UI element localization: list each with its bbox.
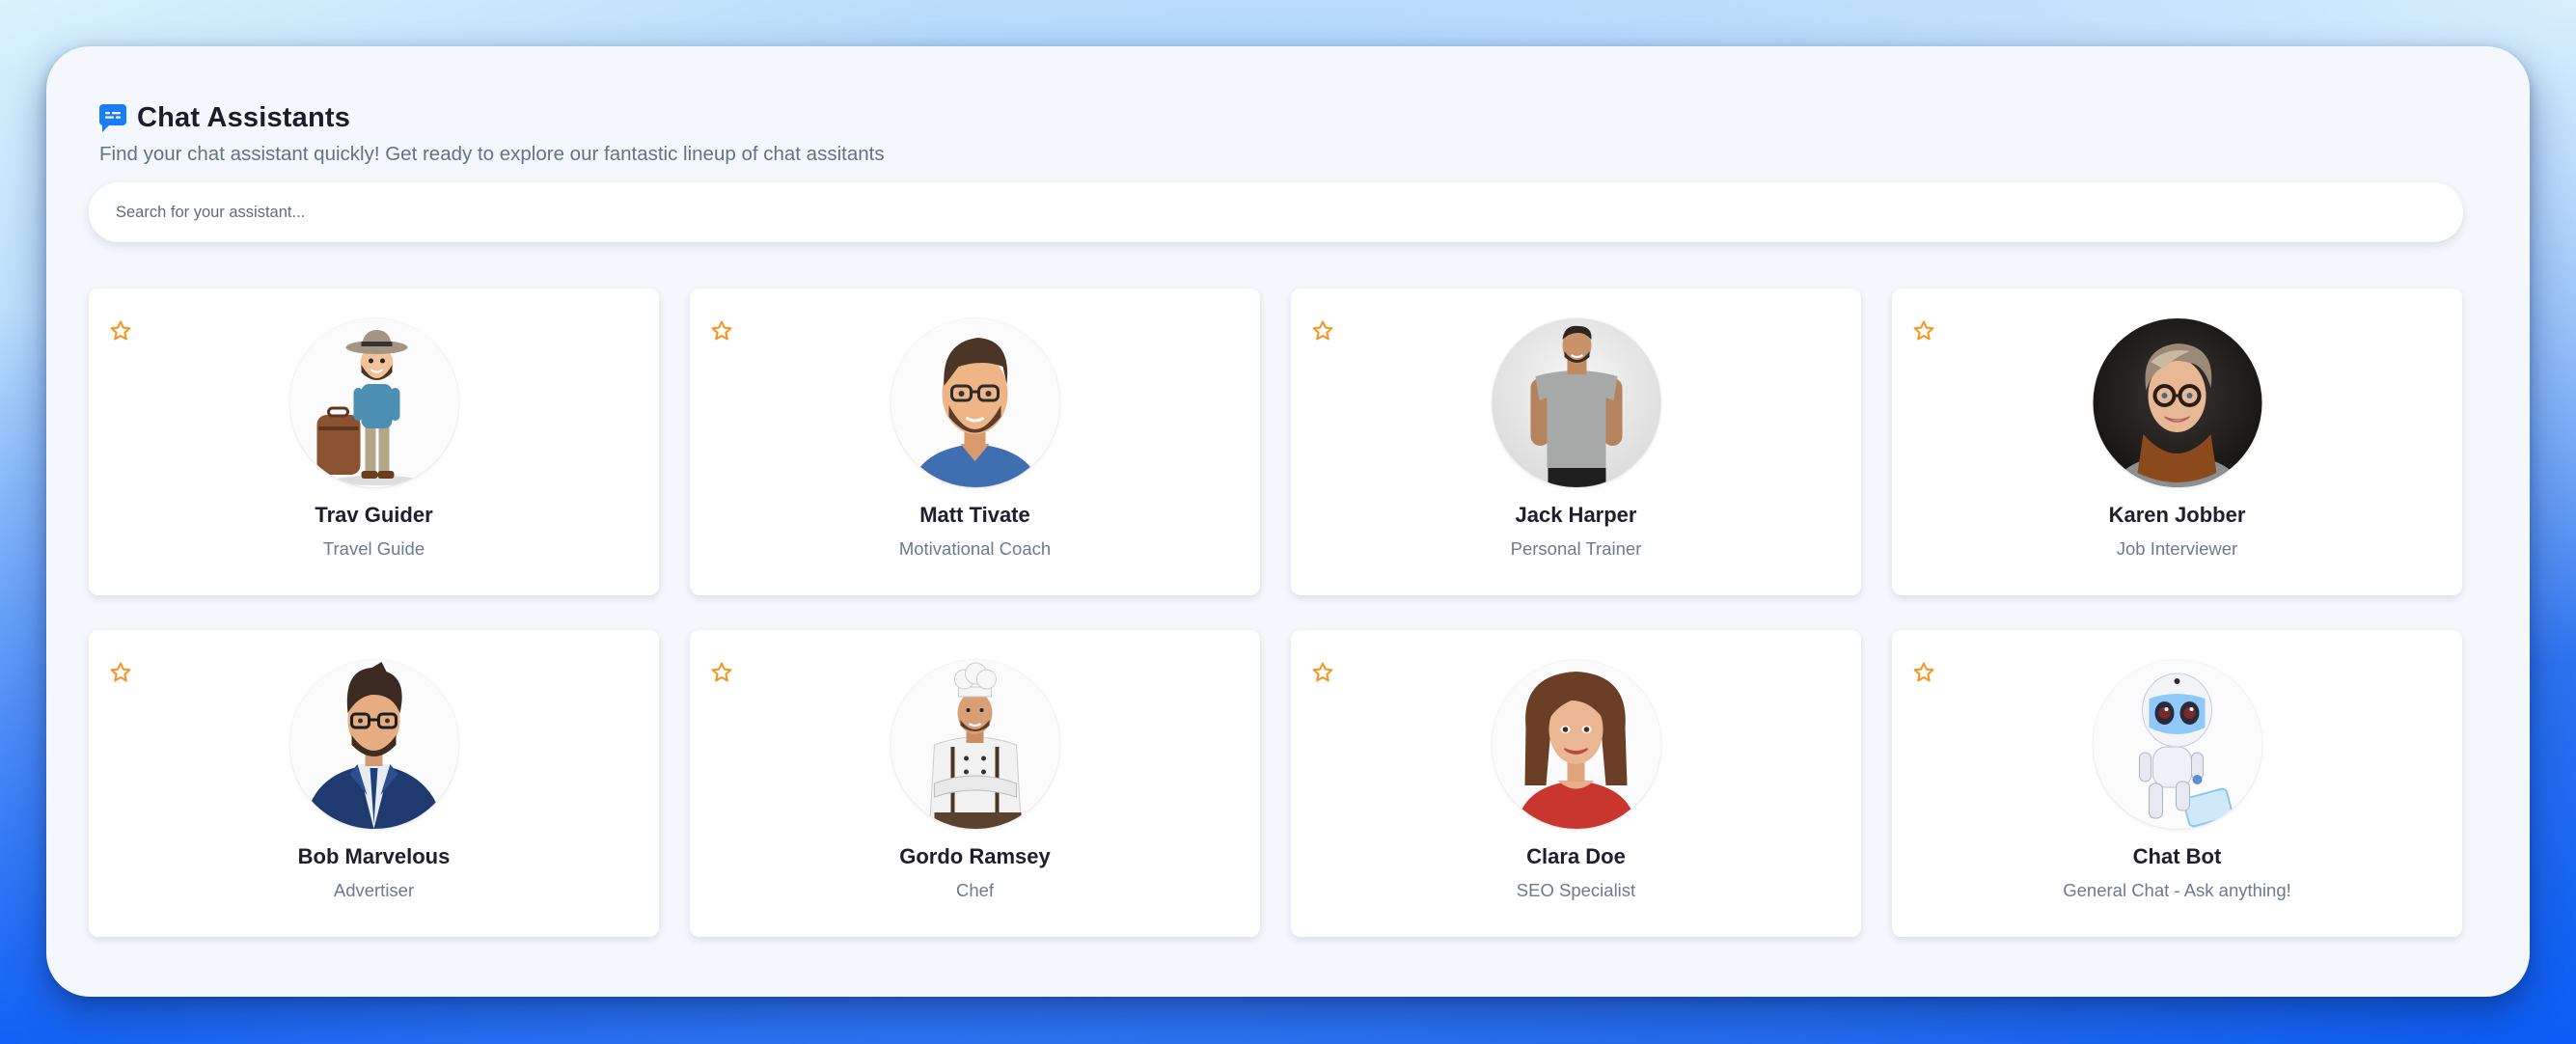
assistant-name: Karen Jobber [2108,503,2246,527]
favorite-star-icon[interactable] [1912,319,1935,343]
assistant-name: Trav Guider [315,503,433,527]
favorite-star-icon[interactable] [710,319,733,343]
assistant-role: Personal Trainer [1510,538,1642,559]
assistant-role: General Chat - Ask anything! [2063,880,2291,900]
advertiser-avatar [289,660,458,829]
page-title: Chat Assistants [137,102,351,133]
assistant-card[interactable]: Trav Guider Travel Guide [89,288,659,595]
favorite-star-icon[interactable] [1311,661,1334,684]
job-interviewer-avatar [2093,318,2261,487]
personal-trainer-avatar [1492,318,1660,487]
assistants-panel: Chat Assistants Find your chat assistant… [46,46,2530,997]
assistant-card[interactable]: Jack Harper Personal Trainer [1291,288,1861,595]
assistant-grid: Trav Guider Travel Guide Matt Tivate Mot… [89,288,2463,937]
page-header: Chat Assistants [99,102,350,134]
assistant-role: Motivational Coach [898,538,1052,559]
assistant-role: Job Interviewer [2116,538,2238,559]
favorite-star-icon[interactable] [710,661,733,684]
favorite-star-icon[interactable] [109,661,132,684]
assistant-card[interactable]: Matt Tivate Motivational Coach [690,288,1260,595]
assistant-role: SEO Specialist [1516,880,1636,900]
favorite-star-icon[interactable] [109,319,132,343]
assistant-name: Jack Harper [1515,503,1637,527]
chat-bubble-icon [99,103,126,132]
assistant-name: Gordo Ramsey [899,844,1051,868]
page-subtitle: Find your chat assistant quickly! Get re… [99,143,885,165]
assistant-role: Travel Guide [322,538,425,559]
assistant-card[interactable]: Chat Bot General Chat - Ask anything! [1892,630,2462,937]
seo-specialist-avatar [1492,660,1660,829]
robot-avatar [2093,660,2261,829]
assistant-name: Bob Marvelous [297,844,451,868]
assistant-role: Advertiser [333,880,415,900]
search-input[interactable] [89,182,2463,242]
assistant-card[interactable]: Gordo Ramsey Chef [690,630,1260,937]
favorite-star-icon[interactable] [1311,319,1334,343]
assistant-card[interactable]: Karen Jobber Job Interviewer [1892,288,2462,595]
travel-guide-avatar [289,318,458,487]
assistant-name: Chat Bot [2132,844,2222,868]
assistant-name: Clara Doe [1526,844,1626,868]
assistant-name: Matt Tivate [919,503,1030,527]
chef-avatar [891,660,1059,829]
motivational-coach-avatar [891,318,1059,487]
assistant-card[interactable]: Bob Marvelous Advertiser [89,630,659,937]
assistant-role: Chef [955,880,995,900]
favorite-star-icon[interactable] [1912,661,1935,684]
assistant-card[interactable]: Clara Doe SEO Specialist [1291,630,1861,937]
